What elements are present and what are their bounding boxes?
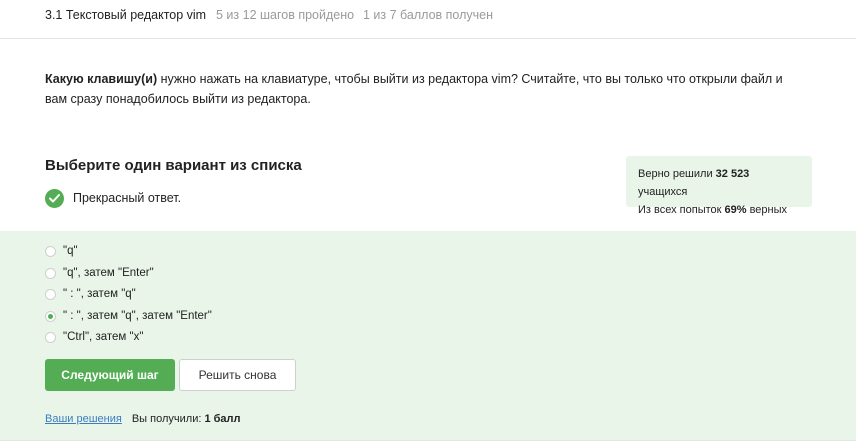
result-row: Ваши решения Вы получили: 1 балл xyxy=(45,413,241,425)
radio-button[interactable] xyxy=(45,267,56,279)
option-5[interactable]: "Ctrl", затем "x" xyxy=(45,329,143,345)
choose-title: Выберите один вариант из списка xyxy=(45,157,302,174)
option-label: " : ", затем "q" xyxy=(63,288,136,300)
score-progress: 1 из 7 баллов получен xyxy=(363,8,494,22)
option-4[interactable]: " : ", затем "q", затем "Enter" xyxy=(45,308,212,324)
feedback-text: Прекрасный ответ. xyxy=(73,191,182,205)
next-step-button[interactable]: Следующий шаг xyxy=(45,359,175,391)
stats-box: Верно решили 32 523 учащихся Из всех поп… xyxy=(626,156,812,216)
stats-attempts-suffix: верных xyxy=(746,204,788,216)
option-2[interactable]: "q", затем "Enter" xyxy=(45,265,154,281)
option-label: "q" xyxy=(63,245,78,257)
stats-attempts: Из всех попыток 69% верных xyxy=(638,201,800,219)
option-label: " : ", затем "q", затем "Enter" xyxy=(63,310,212,322)
radio-button-checked[interactable] xyxy=(45,310,56,322)
bottom-divider xyxy=(0,440,856,446)
points-value: 1 балл xyxy=(204,413,241,425)
option-label: "Ctrl", затем "x" xyxy=(63,331,144,343)
check-circle-icon xyxy=(45,188,64,208)
option-label: "q", затем "Enter" xyxy=(63,267,154,279)
question-bold: Какую клавишу(и) xyxy=(45,72,158,86)
answers-panel: "q" "q", затем "Enter" " : ", затем "q" … xyxy=(0,231,856,440)
question-text: Какую клавишу(и) нужно нажать на клавиат… xyxy=(45,69,805,109)
stats-solved-prefix: Верно решили xyxy=(638,168,716,180)
retry-button[interactable]: Решить снова xyxy=(179,359,296,391)
option-3[interactable]: " : ", затем "q" xyxy=(45,286,136,302)
steps-progress: 5 из 12 шагов пройдено xyxy=(216,8,355,22)
points-prefix: Вы получили: xyxy=(131,413,205,425)
feedback: Прекрасный ответ. xyxy=(45,188,181,208)
stats-attempts-percent: 69% xyxy=(724,204,747,216)
stats-solved: Верно решили 32 523 учащихся xyxy=(638,165,800,201)
your-solutions-link[interactable]: Ваши решения xyxy=(45,413,122,425)
step-header: 3.1 Текстовый редактор vim 5 из 12 шагов… xyxy=(0,0,856,39)
stats-attempts-prefix: Из всех попыток xyxy=(638,204,725,216)
radio-button[interactable] xyxy=(45,288,56,300)
radio-button[interactable] xyxy=(45,331,56,343)
stats-solved-count: 32 523 xyxy=(715,168,750,180)
radio-button[interactable] xyxy=(45,245,56,257)
option-1[interactable]: "q" xyxy=(45,243,78,259)
stats-solved-suffix: учащихся xyxy=(638,186,688,198)
points-received: Вы получили: 1 балл xyxy=(132,413,241,425)
step-title: 3.1 Текстовый редактор vim xyxy=(45,8,207,22)
